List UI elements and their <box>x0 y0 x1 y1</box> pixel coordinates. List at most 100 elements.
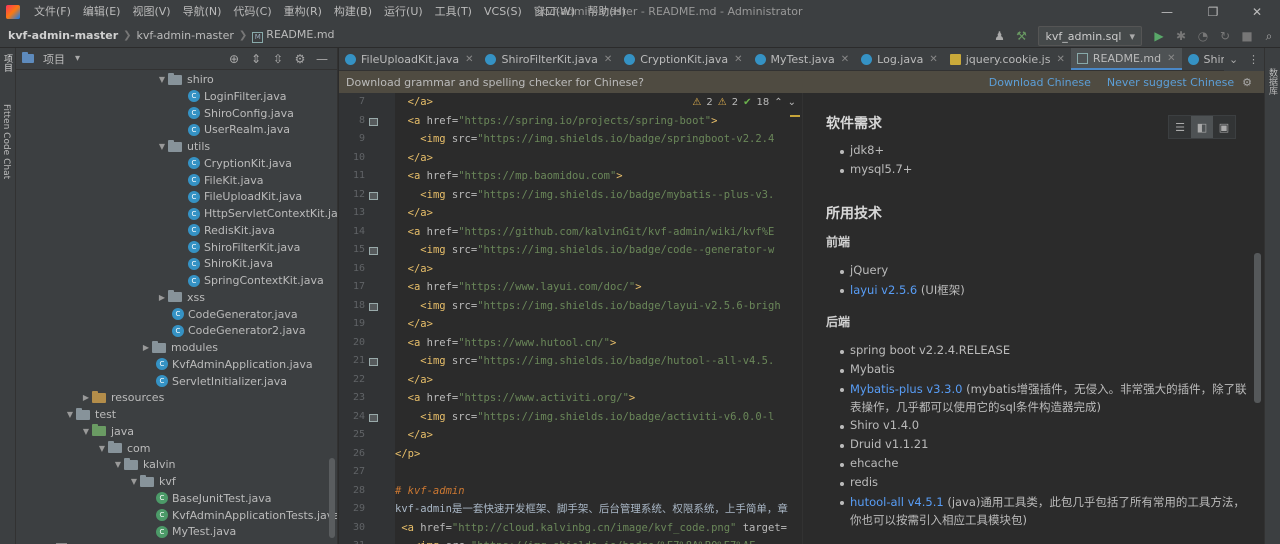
breadcrumb-project[interactable]: kvf-admin-master <box>5 29 121 42</box>
menu-item[interactable]: 构建(B) <box>328 0 378 24</box>
project-panel-title[interactable]: 项目 <box>43 51 65 67</box>
coverage-icon[interactable]: ◔ <box>1192 25 1214 47</box>
inspection-widget[interactable]: ⚠ 2 ⚠ 2 ✔ 18 ⌃ ⌄ <box>687 97 796 108</box>
editor-tab[interactable]: FileUploadKit.java ✕ <box>339 48 479 70</box>
download-chinese-link[interactable]: Download Chinese <box>989 76 1091 89</box>
run-configuration-selector[interactable]: kvf_admin.sql ▾ <box>1038 26 1142 46</box>
close-tab-icon[interactable]: ✕ <box>1167 53 1175 64</box>
editor-marker-stripe[interactable] <box>790 115 800 117</box>
project-scrollbar[interactable] <box>329 458 335 538</box>
breadcrumb-module[interactable]: kvf-admin-master <box>134 29 237 42</box>
chevron-down-icon[interactable]: ▼ <box>80 423 92 440</box>
menu-item[interactable]: 运行(U) <box>378 0 429 24</box>
editor-gutter[interactable]: 7 8 9 10 11 12 13 14 15 16 17 18 19 20 21 22 23 24 25 26 27 2… <box>339 93 395 544</box>
image-gutter-icon[interactable] <box>369 117 378 126</box>
tree-node[interactable]: C KvfAdminApplicationTests.java <box>156 507 337 524</box>
chevron-down-icon[interactable]: ▼ <box>156 138 168 155</box>
tree-node[interactable]: ▼ java <box>80 423 134 440</box>
chevron-up-icon[interactable]: ⌃ <box>774 97 782 108</box>
close-button[interactable]: ✕ <box>1234 0 1280 24</box>
menu-item[interactable]: VCS(S) <box>478 0 528 24</box>
never-suggest-chinese-link[interactable]: Never suggest Chinese <box>1107 76 1234 89</box>
tree-node[interactable]: C CodeGenerator.java <box>172 306 298 323</box>
gear-icon[interactable]: ⚙ <box>1242 76 1252 89</box>
chevron-down-icon[interactable]: ⌄ <box>1229 53 1238 66</box>
user-icon[interactable]: ♟ <box>988 25 1010 47</box>
close-tab-icon[interactable]: ✕ <box>929 54 937 65</box>
layui-link[interactable]: layui v2.5.6 <box>850 283 917 297</box>
image-gutter-icon[interactable] <box>369 191 378 200</box>
menu-item[interactable]: 代码(C) <box>227 0 277 24</box>
editor-and-preview-icon[interactable]: ◧ <box>1191 116 1213 138</box>
image-gutter-icon[interactable] <box>369 247 378 255</box>
locate-file-icon[interactable]: ⊕ <box>223 52 245 66</box>
menu-item[interactable]: 视图(V) <box>126 0 176 24</box>
image-gutter-icon[interactable] <box>369 413 378 422</box>
project-tool-tab[interactable]: 项目 <box>1 54 14 72</box>
close-tab-icon[interactable]: ✕ <box>604 54 612 65</box>
tree-node[interactable]: C FileUploadKit.java <box>188 188 302 205</box>
editor-tab[interactable]: Log.java ✕ <box>855 48 944 70</box>
build-hammer-icon[interactable]: ⚒ <box>1010 25 1032 47</box>
search-icon[interactable]: ⌕ <box>1258 25 1280 47</box>
hide-panel-icon[interactable]: — <box>311 52 333 66</box>
tree-node[interactable]: C CodeGenerator2.java <box>172 322 306 339</box>
chevron-right-icon[interactable]: ▶ <box>140 339 152 356</box>
chevron-down-icon[interactable]: ⌄ <box>788 97 796 108</box>
image-gutter-icon[interactable] <box>369 358 378 366</box>
chevron-right-icon[interactable]: ▶ <box>156 289 168 306</box>
tree-node[interactable]: ▼ test <box>64 406 116 423</box>
tree-node[interactable]: ▼ kalvin <box>112 456 176 473</box>
stop-icon[interactable]: ■ <box>1236 25 1258 47</box>
mybatis-plus-link[interactable]: Mybatis-plus v3.3.0 <box>850 382 962 396</box>
tree-node[interactable]: ▼ utils <box>156 138 210 155</box>
editor-tab[interactable]: MyTest.java ✕ <box>749 48 856 70</box>
fitten-code-chat-tab[interactable]: Fitten Code Chat <box>1 104 11 179</box>
code-editor[interactable]: <img src="https://img.shields.io/badge/%… <box>395 93 803 544</box>
tree-node[interactable]: C UserRealm.java <box>188 121 290 138</box>
tree-node[interactable]: C FileKit.java <box>188 172 264 189</box>
chevron-down-icon[interactable]: ▼ <box>156 71 168 88</box>
editor-only-icon[interactable]: ☰ <box>1169 116 1191 138</box>
profile-icon[interactable]: ↻ <box>1214 25 1236 47</box>
hutool-link[interactable]: hutool-all v4.5.1 <box>850 495 944 509</box>
run-icon[interactable]: ▶ <box>1148 25 1170 47</box>
tree-node[interactable]: ▶ modules <box>140 339 218 356</box>
close-tab-icon[interactable]: ✕ <box>734 54 742 65</box>
chevron-right-icon[interactable]: ▶ <box>80 389 92 406</box>
editor-tab[interactable]: CryptionKit.java ✕ <box>618 48 748 70</box>
menu-item[interactable]: 导航(N) <box>177 0 228 24</box>
collapse-all-icon[interactable]: ⇳ <box>267 52 289 66</box>
menu-item[interactable]: 文件(F) <box>28 0 77 24</box>
chevron-down-icon[interactable]: ▼ <box>96 440 108 457</box>
restore-button[interactable]: ❐ <box>1190 0 1236 24</box>
menu-item[interactable]: 工具(T) <box>429 0 478 24</box>
preview-scrollbar[interactable] <box>1254 253 1261 403</box>
more-icon[interactable]: ⋮ <box>1248 53 1259 66</box>
close-tab-icon[interactable]: ✕ <box>465 54 473 65</box>
tree-node[interactable]: .gitattributes <box>56 540 143 544</box>
breadcrumb-file[interactable]: M README.md <box>249 28 337 43</box>
gear-icon[interactable]: ⚙ <box>289 52 311 66</box>
close-tab-icon[interactable]: ✕ <box>1056 54 1064 65</box>
tree-node[interactable]: C LoginFilter.java <box>188 88 286 105</box>
tree-node[interactable]: C ServletInitializer.java <box>156 373 287 390</box>
chevron-down-icon[interactable]: ▼ <box>128 473 140 490</box>
tree-node[interactable]: C CryptionKit.java <box>188 155 292 172</box>
editor-tab[interactable]: README.md ✕ <box>1070 48 1182 70</box>
tree-node[interactable]: C MyTest.java <box>156 523 236 540</box>
tree-node[interactable]: C SpringContextKit.java <box>188 272 324 289</box>
tree-node[interactable]: ▼ kvf <box>128 473 176 490</box>
tree-node[interactable]: C ShiroKit.java <box>188 255 273 272</box>
tree-node[interactable]: C RedisKit.java <box>188 222 275 239</box>
editor-tab[interactable]: jquery.cookie.js ✕ <box>944 48 1071 70</box>
close-tab-icon[interactable]: ✕ <box>841 54 849 65</box>
tree-node[interactable]: C KvfAdminApplication.java <box>156 356 313 373</box>
preview-only-icon[interactable]: ▣ <box>1213 116 1235 138</box>
tree-node[interactable]: ▶ resources <box>80 389 164 406</box>
minimize-button[interactable]: — <box>1144 0 1190 24</box>
tree-node[interactable]: ▼ shiro <box>156 71 214 88</box>
tree-node[interactable]: C ShiroFilterKit.java <box>188 239 300 256</box>
database-tool-tab[interactable]: 数据库 <box>1266 68 1279 95</box>
intellij-logo-icon[interactable] <box>6 5 20 19</box>
